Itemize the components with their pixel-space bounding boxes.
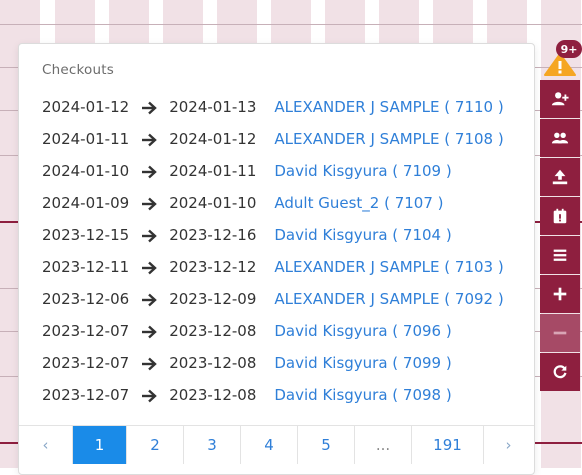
- checkout-row: 2023-12-06 2023-12-09 ALEXANDER J SAMPLE (…: [42, 283, 534, 315]
- arrow-right-icon: [142, 101, 157, 115]
- checkout-date: 2023-12-12: [169, 258, 257, 276]
- list-button[interactable]: [540, 236, 580, 274]
- checkin-date: 2023-12-06: [42, 290, 130, 308]
- checkout-row: 2023-12-07 2023-12-08 David Kisgyura ( 709…: [42, 315, 534, 347]
- notification-badge[interactable]: 9+: [556, 40, 582, 58]
- checkouts-popup: Checkouts 2024-01-12 2024-01-13 ALEXANDER …: [18, 43, 535, 475]
- checkout-row: 2023-12-11 2023-12-12 ALEXANDER J SAMPLE (…: [42, 251, 534, 283]
- arrow-right-icon: [142, 197, 157, 211]
- checkout-row: 2024-01-09 2024-01-10 Adult Guest_2 ( 7107…: [42, 187, 534, 219]
- checkin-date: 2024-01-11: [42, 130, 130, 148]
- pagination-page[interactable]: 4: [241, 426, 298, 464]
- guest-link[interactable]: David Kisgyura ( 7109 ): [274, 162, 451, 180]
- zoom-in-button[interactable]: [540, 275, 580, 313]
- add-user-button[interactable]: [540, 80, 580, 118]
- arrow-right-icon: [142, 325, 157, 339]
- checkout-row: 2024-01-10 2024-01-11 David Kisgyura ( 710…: [42, 155, 534, 187]
- arrow-right-icon: [142, 133, 157, 147]
- checkout-row: 2023-12-07 2023-12-08 David Kisgyura ( 709…: [42, 347, 534, 379]
- checkout-date: 2024-01-10: [169, 194, 257, 212]
- checkin-date: 2024-01-10: [42, 162, 130, 180]
- checkout-date: 2024-01-12: [169, 130, 257, 148]
- pagination-prev[interactable]: ‹: [19, 426, 73, 464]
- upload-button[interactable]: [540, 158, 580, 196]
- checkin-date: 2023-12-15: [42, 226, 130, 244]
- guest-link[interactable]: Adult Guest_2 ( 7107 ): [274, 194, 443, 212]
- checkin-date: 2024-01-12: [42, 98, 130, 116]
- guest-link[interactable]: ALEXANDER J SAMPLE ( 7092 ): [274, 290, 503, 308]
- checkin-date: 2023-12-07: [42, 322, 130, 340]
- checkin-date: 2023-12-07: [42, 386, 130, 404]
- checkout-row: 2023-12-07 2023-12-08 David Kisgyura ( 709…: [42, 379, 534, 411]
- refresh-button[interactable]: [540, 353, 580, 391]
- checkin-date: 2023-12-11: [42, 258, 130, 276]
- pagination: ‹ 1 2 3 4 5... 191 ›: [19, 425, 534, 464]
- calendar-exclamation-icon: [553, 208, 567, 224]
- list-icon: [553, 249, 567, 261]
- checkout-row: 2024-01-11 2024-01-12 ALEXANDER J SAMPLE (…: [42, 123, 534, 155]
- arrow-right-icon: [142, 165, 157, 179]
- pagination-page[interactable]: 2: [127, 426, 184, 464]
- arrow-right-icon: [142, 229, 157, 243]
- guest-link[interactable]: David Kisgyura ( 7098 ): [274, 386, 451, 404]
- guest-link[interactable]: ALEXANDER J SAMPLE ( 7108 ): [274, 130, 503, 148]
- checkouts-list: 2024-01-12 2024-01-13 ALEXANDER J SAMPLE (…: [42, 91, 534, 411]
- pagination-next[interactable]: ›: [484, 426, 533, 464]
- checkout-row: 2024-01-12 2024-01-13 ALEXANDER J SAMPLE (…: [42, 91, 534, 123]
- arrow-right-icon: [142, 357, 157, 371]
- pagination-page[interactable]: 191: [412, 426, 484, 464]
- pagination-ellipsis: ...: [355, 426, 412, 464]
- zoom-out-button[interactable]: [540, 314, 580, 352]
- arrow-right-icon: [142, 389, 157, 403]
- minus-icon: [553, 331, 567, 335]
- side-toolbar: [540, 80, 580, 392]
- plus-icon: [553, 287, 567, 301]
- guest-link[interactable]: David Kisgyura ( 7096 ): [274, 322, 451, 340]
- pagination-page[interactable]: 5: [298, 426, 355, 464]
- checkout-date: 2024-01-13: [169, 98, 257, 116]
- arrow-right-icon: [142, 261, 157, 275]
- users-button[interactable]: [540, 119, 580, 157]
- checkout-date: 2023-12-08: [169, 386, 257, 404]
- refresh-icon: [553, 365, 567, 379]
- arrow-right-icon: [142, 293, 157, 307]
- upload-icon: [552, 169, 568, 185]
- checkin-date: 2023-12-07: [42, 354, 130, 372]
- pagination-page[interactable]: 3: [184, 426, 241, 464]
- calendar-alert-button[interactable]: [540, 197, 580, 235]
- guest-link[interactable]: ALEXANDER J SAMPLE ( 7110 ): [274, 98, 503, 116]
- add-user-icon: [551, 92, 569, 106]
- checkout-date: 2023-12-08: [169, 354, 257, 372]
- users-icon: [551, 132, 569, 144]
- guest-link[interactable]: David Kisgyura ( 7099 ): [274, 354, 451, 372]
- guest-link[interactable]: David Kisgyura ( 7104 ): [274, 226, 451, 244]
- checkout-date: 2023-12-08: [169, 322, 257, 340]
- checkout-row: 2023-12-15 2023-12-16 David Kisgyura ( 710…: [42, 219, 534, 251]
- popup-title: Checkouts: [42, 62, 114, 78]
- checkin-date: 2024-01-09: [42, 194, 130, 212]
- checkout-date: 2023-12-16: [169, 226, 257, 244]
- guest-link[interactable]: ALEXANDER J SAMPLE ( 7103 ): [274, 258, 503, 276]
- pagination-page[interactable]: 1: [73, 426, 127, 464]
- checkout-date: 2023-12-09: [169, 290, 257, 308]
- checkout-date: 2024-01-11: [169, 162, 257, 180]
